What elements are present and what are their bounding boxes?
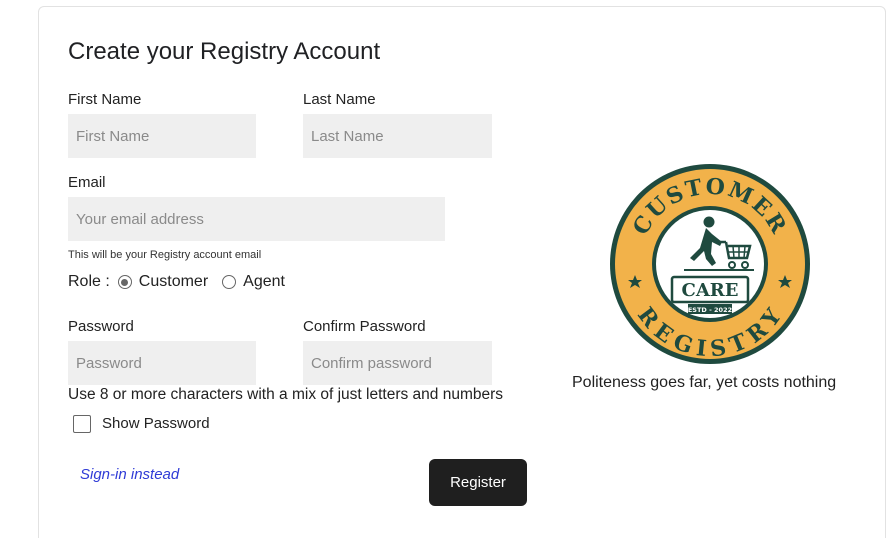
logo-estd-text: ESTD - 2022 — [688, 306, 732, 314]
role-label: Role : — [68, 273, 110, 290]
last-name-field[interactable] — [303, 114, 492, 158]
sign-in-link[interactable]: Sign-in instead — [80, 466, 179, 483]
logo-center-text: CARE — [682, 280, 739, 301]
page-title: Create your Registry Account — [68, 38, 381, 65]
confirm-password-field[interactable] — [303, 341, 492, 385]
register-button[interactable]: Register — [429, 459, 527, 506]
password-label: Password — [68, 318, 134, 335]
role-option-label: Customer — [138, 273, 209, 290]
tagline: Politeness goes far, yet costs nothing — [572, 374, 837, 391]
show-password-label[interactable]: Show Password — [102, 415, 210, 432]
last-name-label: Last Name — [303, 91, 376, 108]
email-field[interactable] — [68, 197, 445, 241]
first-name-label: First Name — [68, 91, 142, 108]
password-hint: Use 8 or more characters with a mix of j… — [68, 386, 504, 403]
role-option-customer[interactable]: Customer — [117, 273, 209, 291]
password-field[interactable] — [68, 341, 256, 385]
radio-unselected-icon[interactable] — [222, 275, 237, 289]
role-option-agent[interactable]: Agent — [222, 273, 285, 291]
confirm-password-label: Confirm Password — [303, 318, 426, 335]
email-hint: This will be your Registry account email — [68, 249, 262, 261]
role-option-label: Agent — [243, 273, 285, 290]
role-selector: Role : Customer Agent — [68, 273, 299, 291]
show-password-checkbox[interactable] — [73, 415, 91, 433]
first-name-field[interactable] — [68, 114, 256, 158]
customer-care-registry-logo: CUSTOMER REGISTRY CARE ESTD - 2022 — [610, 164, 810, 364]
radio-selected-icon[interactable] — [117, 275, 132, 289]
email-label: Email — [68, 174, 106, 191]
